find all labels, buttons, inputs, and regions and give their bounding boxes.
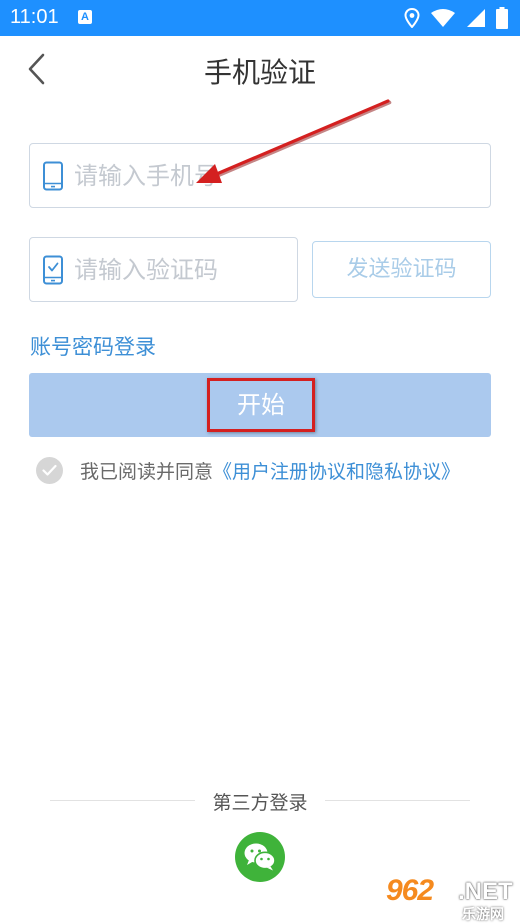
phone-check-icon bbox=[43, 255, 63, 285]
watermark-logo: 962 .NET 乐游网 bbox=[378, 874, 520, 924]
app-notification-icon: A bbox=[78, 10, 92, 24]
account-password-login-link[interactable]: 账号密码登录 bbox=[30, 331, 156, 361]
battery-icon bbox=[496, 7, 508, 29]
header: 手机验证 bbox=[0, 36, 520, 102]
signal-icon bbox=[467, 9, 485, 27]
watermark-subtitle: 乐游网 bbox=[462, 907, 504, 923]
watermark-suffix: .NET bbox=[458, 878, 513, 905]
location-icon bbox=[404, 8, 420, 28]
status-icons bbox=[404, 7, 508, 29]
watermark-number: 962 bbox=[386, 874, 434, 907]
divider-right bbox=[325, 800, 470, 801]
third-party-login: 第三方登录 bbox=[0, 786, 520, 816]
status-time: 11:01 bbox=[10, 6, 59, 28]
send-code-button[interactable]: 发送验证码 bbox=[312, 241, 491, 298]
wechat-icon bbox=[244, 843, 276, 871]
agreement-row: 我已阅读并同意 《用户注册协议和隐私协议》 bbox=[36, 455, 460, 485]
code-input[interactable] bbox=[74, 238, 284, 301]
wechat-login-button[interactable] bbox=[235, 832, 285, 882]
annotation-highlight-box bbox=[207, 378, 315, 432]
phone-icon bbox=[43, 161, 63, 191]
agreement-link[interactable]: 《用户注册协议和隐私协议》 bbox=[213, 457, 460, 484]
status-bar: 11:01 A bbox=[0, 0, 520, 36]
phone-input[interactable] bbox=[74, 144, 474, 207]
code-input-box[interactable] bbox=[29, 237, 298, 302]
page-title: 手机验证 bbox=[203, 56, 316, 89]
check-icon bbox=[42, 464, 57, 476]
agreement-checkbox[interactable] bbox=[36, 456, 63, 484]
agreement-text: 我已阅读并同意 bbox=[80, 460, 214, 483]
wifi-icon bbox=[431, 9, 455, 27]
third-party-label: 第三方登录 bbox=[212, 792, 308, 814]
phone-input-box[interactable] bbox=[29, 143, 491, 208]
